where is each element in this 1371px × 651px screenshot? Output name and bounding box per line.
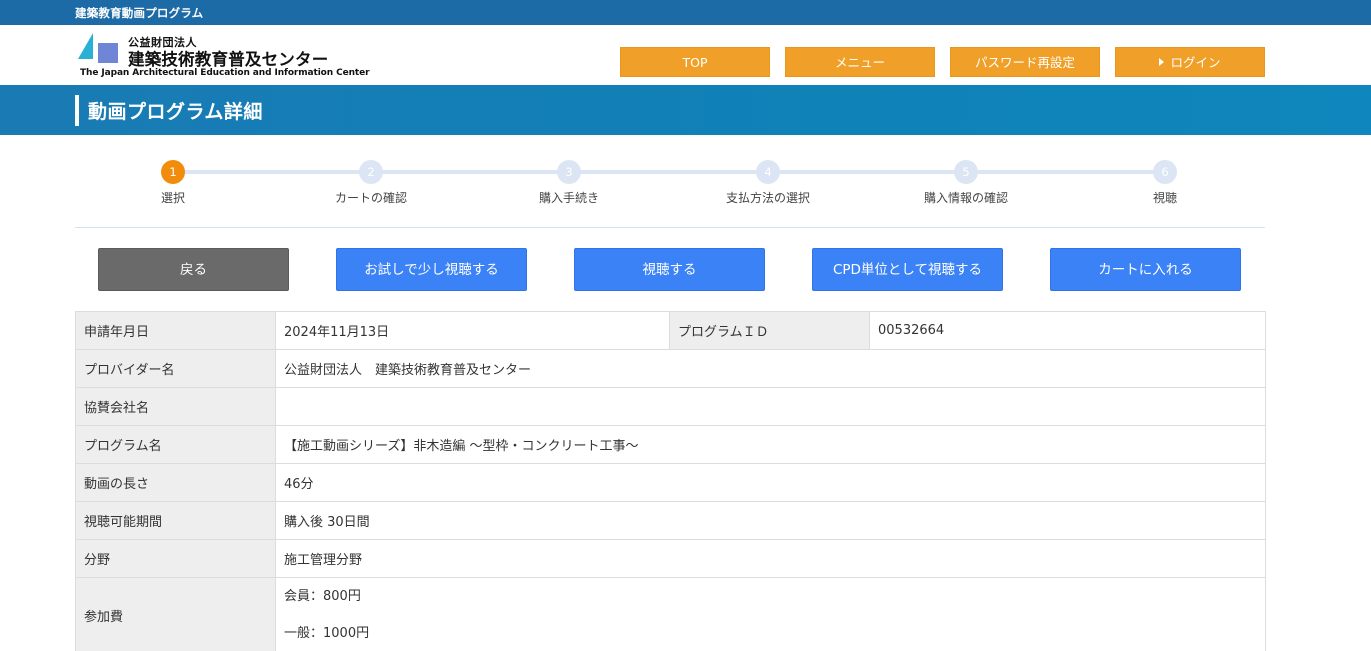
field-label: 分野 (75, 539, 276, 578)
table-row: 視聴可能期間 購入後 30日間 (75, 501, 1266, 540)
step-4: 4 支払方法の選択 (698, 160, 838, 206)
provider-label: プロバイダー名 (75, 349, 276, 388)
site-strip: 建築教育動画プログラム (0, 0, 1371, 25)
table-row: プログラム名 【施工動画シリーズ】非木造編 ～型枠・コンクリート工事～ (75, 425, 1266, 464)
page-title: 動画プログラム詳細 (88, 101, 263, 123)
sponsor-label: 協賛会社名 (75, 387, 276, 426)
field-value: 施工管理分野 (275, 539, 1266, 578)
step-4-dot: 4 (756, 160, 780, 184)
apply-date-label: 申請年月日 (75, 311, 276, 350)
nav-password-reset-button[interactable]: パスワード再設定 (950, 47, 1100, 77)
caret-right-icon (1159, 58, 1165, 66)
step-1-dot: 1 (161, 160, 185, 184)
fee-general: 一般：1000円 (284, 626, 370, 641)
cpd-watch-button[interactable]: CPD単位として視聴する (812, 248, 1003, 291)
viewing-period-value: 購入後 30日間 (275, 501, 1266, 540)
nav-login-label: ログイン (1170, 55, 1221, 70)
step-6: 6 視聴 (1095, 160, 1235, 206)
fee-value: 会員：800円 一般：1000円 (275, 577, 1266, 651)
logo-english-name: The Japan Architectural Education and In… (80, 68, 370, 78)
step-1-label: 選択 (160, 191, 185, 205)
site-strip-label: 建築教育動画プログラム (75, 6, 204, 20)
table-row: 分野 施工管理分野 (75, 539, 1266, 578)
step-5-dot: 5 (954, 160, 978, 184)
step-3: 3 購入手続き (499, 160, 639, 206)
program-id-value: 00532664 (869, 311, 1266, 350)
provider-value: 公益財団法人 建築技術教育普及センター (275, 349, 1266, 388)
step-5-label: 購入情報の確認 (923, 191, 1008, 205)
program-name-value: 【施工動画シリーズ】非木造編 ～型枠・コンクリート工事～ (275, 425, 1266, 464)
program-id-label: プログラムＩＤ (669, 311, 870, 350)
nav-menu-button[interactable]: メニュー (785, 47, 935, 77)
trial-watch-button[interactable]: お試しで少し視聴する (336, 248, 527, 291)
table-row: 参加費 会員：800円 一般：1000円 (75, 577, 1266, 651)
program-name-label: プログラム名 (75, 425, 276, 464)
fee-label: 参加費 (75, 577, 276, 651)
step-6-label: 視聴 (1152, 191, 1177, 205)
table-row: 協賛会社名 (75, 387, 1266, 426)
step-6-dot: 6 (1153, 160, 1177, 184)
step-1: 1 選択 (103, 160, 243, 206)
video-length-label: 動画の長さ (75, 463, 276, 502)
title-band: 動画プログラム詳細 (0, 85, 1371, 135)
logo[interactable]: 公益財団法人 建築技術教育普及センター The Japan Architectu… (78, 31, 370, 81)
video-length-value: 46分 (275, 463, 1266, 502)
add-to-cart-button[interactable]: カートに入れる (1050, 248, 1241, 291)
program-detail-table: 申請年月日 2024年11月13日 プログラムＩＤ 00532664 プロバイダ… (75, 311, 1266, 651)
nav-login-button[interactable]: ログイン (1115, 47, 1265, 77)
step-2-dot: 2 (359, 160, 383, 184)
progress-stepper: 1 選択 2 カートの確認 3 購入手続き 4 支払方法の選択 5 購入情報の確… (75, 150, 1265, 228)
back-button[interactable]: 戻る (98, 248, 289, 291)
header: 公益財団法人 建築技術教育普及センター The Japan Architectu… (0, 25, 1371, 85)
sponsor-value (275, 387, 1266, 426)
nav-password-reset-label: パスワード再設定 (974, 55, 1075, 70)
table-row: プロバイダー名 公益財団法人 建築技術教育普及センター (75, 349, 1266, 388)
step-2: 2 カートの確認 (301, 160, 441, 206)
watch-button[interactable]: 視聴する (574, 248, 765, 291)
logo-org-name: 建築技術教育普及センター (128, 50, 329, 69)
apply-date-value: 2024年11月13日 (275, 311, 670, 350)
fee-member: 会員：800円 (284, 589, 361, 604)
nav-menu-label: メニュー (834, 55, 885, 70)
table-row: 動画の長さ 46分 (75, 463, 1266, 502)
logo-mark-icon (78, 33, 118, 63)
step-5: 5 購入情報の確認 (896, 160, 1036, 206)
nav-top-button[interactable]: TOP (620, 47, 770, 77)
step-3-dot: 3 (557, 160, 581, 184)
viewing-period-label: 視聴可能期間 (75, 501, 276, 540)
title-accent-bar (75, 95, 79, 126)
step-2-label: カートの確認 (334, 191, 407, 205)
table-row: 申請年月日 2024年11月13日 プログラムＩＤ 00532664 (75, 311, 1266, 350)
step-4-label: 支払方法の選択 (725, 191, 810, 205)
nav-top-label: TOP (682, 55, 708, 70)
step-3-label: 購入手続き (538, 191, 599, 205)
